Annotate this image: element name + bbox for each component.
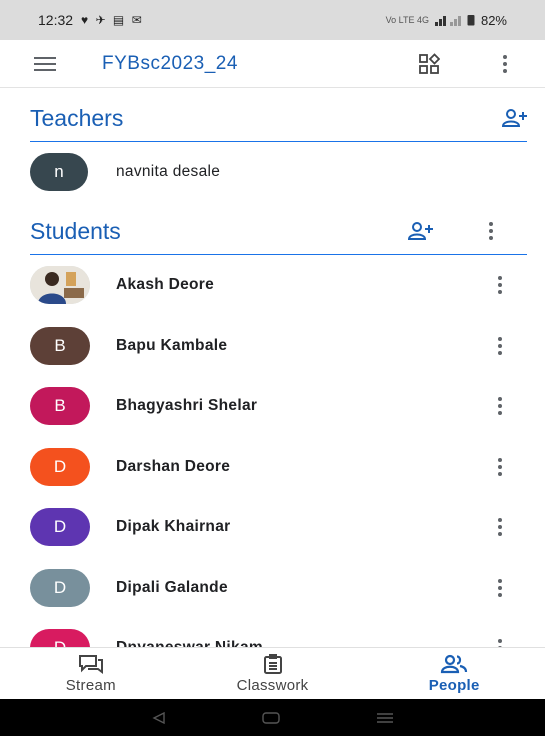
student-more-icon[interactable]: [490, 574, 510, 602]
people-icon: [441, 654, 468, 674]
more-options-icon[interactable]: [495, 50, 515, 78]
tab-stream[interactable]: Stream: [0, 648, 182, 700]
avatar-initial: D: [53, 578, 67, 597]
tab-classwork-label: Classwork: [236, 677, 309, 694]
student-name: Dipak Khairnar: [116, 518, 231, 535]
student-name: Bhagyashri Shelar: [116, 397, 258, 414]
avatar: D: [30, 508, 90, 546]
avatar-initial: D: [54, 638, 66, 647]
teachers-title: Teachers: [30, 104, 124, 131]
avatar-initial: D: [53, 517, 67, 536]
student-name: Dipali Galande: [116, 579, 228, 596]
student-row[interactable]: B Bhagyashri Shelar: [30, 386, 510, 426]
invite-student-icon[interactable]: [407, 217, 435, 245]
people-list[interactable]: Teachers n navnita desale Students Akash…: [0, 89, 545, 647]
avatar-initial: n: [54, 162, 64, 181]
avatar: B: [30, 327, 90, 365]
class-title: FYBsc2023_24: [102, 52, 238, 74]
app-bar: FYBsc2023_24: [0, 40, 545, 88]
battery-percent: 82%: [480, 12, 507, 28]
tab-people-label: People: [428, 677, 480, 694]
teacher-name: navnita desale: [116, 163, 221, 180]
profile-photo-icon: [30, 266, 90, 304]
avatar: B: [30, 387, 90, 425]
menu-icon[interactable]: [34, 56, 56, 71]
students-more-icon[interactable]: [481, 217, 501, 245]
class-view-icon[interactable]: [415, 50, 443, 78]
students-title: Students: [30, 217, 121, 244]
student-name: Darshan Deore: [116, 458, 231, 475]
teachers-header: Teachers: [30, 95, 527, 142]
avatar: D: [30, 569, 90, 607]
student-row[interactable]: Akash Deore: [30, 265, 510, 305]
student-name: Bapu Kambale: [116, 337, 228, 354]
tab-classwork[interactable]: Classwork: [182, 648, 364, 700]
avatar: n: [30, 153, 88, 191]
tab-people[interactable]: People: [363, 648, 545, 700]
bottom-nav: Stream Classwork People: [0, 647, 545, 700]
notification-icons: ♥ ✈ ▤ ✉: [81, 13, 144, 27]
avatar: [30, 266, 90, 304]
home-icon[interactable]: [261, 711, 280, 724]
recents-icon[interactable]: [376, 712, 394, 724]
signal-icon: [434, 16, 461, 26]
stream-icon: [78, 655, 103, 674]
student-more-icon[interactable]: [490, 392, 510, 420]
avatar: D: [30, 629, 90, 647]
student-more-icon[interactable]: [490, 634, 510, 647]
avatar-initial: B: [54, 396, 66, 415]
invite-teacher-icon[interactable]: [501, 104, 529, 132]
student-more-icon[interactable]: [490, 332, 510, 360]
teacher-row[interactable]: n navnita desale: [30, 152, 510, 192]
system-nav-bar: [0, 699, 545, 736]
student-row[interactable]: B Bapu Kambale: [30, 326, 510, 366]
student-row[interactable]: D Dipak Khairnar: [30, 507, 510, 547]
students-header: Students: [30, 208, 527, 255]
student-name: Akash Deore: [116, 276, 215, 293]
avatar: D: [30, 448, 90, 486]
back-icon[interactable]: [151, 711, 166, 724]
status-time: 12:32: [38, 12, 74, 28]
avatar-initial: B: [54, 336, 66, 355]
student-more-icon[interactable]: [490, 513, 510, 541]
battery-icon: [467, 15, 475, 26]
classwork-icon: [263, 654, 282, 674]
student-more-icon[interactable]: [490, 271, 510, 299]
student-row[interactable]: D Darshan Deore: [30, 447, 510, 487]
tab-stream-label: Stream: [65, 677, 116, 694]
student-row[interactable]: D Dnyaneswar Nikam: [30, 628, 510, 647]
avatar-initial: D: [53, 457, 67, 476]
network-indicator: Vo LTE 4G: [385, 15, 429, 25]
student-row[interactable]: D Dipali Galande: [30, 568, 510, 608]
status-bar: 12:32 ♥ ✈ ▤ ✉ Vo LTE 4G 82%: [0, 0, 545, 40]
student-name: Dnyaneswar Nikam: [116, 639, 263, 647]
student-more-icon[interactable]: [490, 453, 510, 481]
